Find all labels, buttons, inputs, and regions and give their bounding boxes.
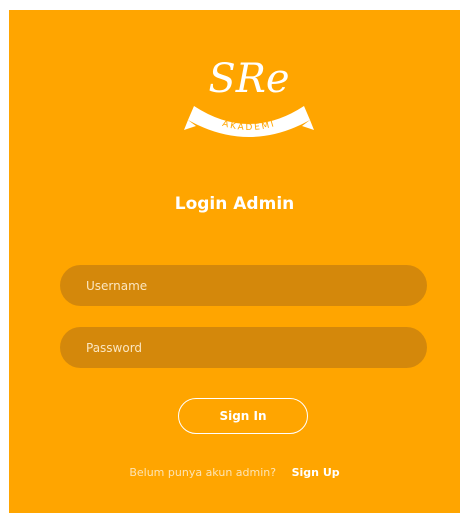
sign-up-link[interactable]: Sign Up <box>292 466 340 479</box>
page-title: Login Admin <box>174 194 295 214</box>
password-field[interactable] <box>60 327 427 368</box>
login-panel: SRe AKADEMI Login Admin Sign In Belum pu… <box>9 10 460 513</box>
signup-prompt: Belum punya akun admin? Sign Up <box>9 466 460 479</box>
password-input[interactable] <box>84 339 427 356</box>
username-field[interactable] <box>60 265 427 306</box>
svg-text:SRe: SRe <box>208 56 289 102</box>
username-input[interactable] <box>84 277 427 294</box>
sre-akademi-logo: SRe AKADEMI <box>184 56 314 137</box>
sign-in-button[interactable]: Sign In <box>178 398 308 434</box>
signup-prompt-text: Belum punya akun admin? <box>129 466 277 479</box>
